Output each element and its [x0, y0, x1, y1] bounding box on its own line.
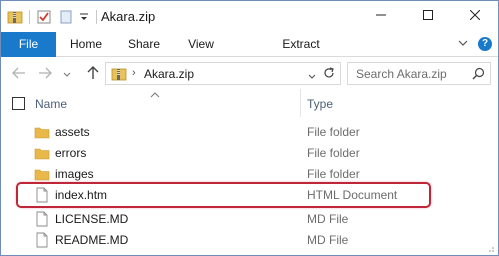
folder-icon	[34, 145, 50, 161]
list-item[interactable]: images File folder	[1, 164, 498, 184]
search-icon[interactable]	[472, 67, 485, 83]
window-title: Akara.zip	[101, 9, 156, 24]
search-box[interactable]: Search Akara.zip	[347, 62, 491, 85]
forward-button[interactable]	[37, 66, 53, 82]
help-icon[interactable]: ?	[478, 37, 492, 51]
search-input[interactable]: Search Akara.zip	[356, 67, 447, 81]
file-type: MD File	[307, 212, 349, 226]
chevron-down-icon	[63, 67, 71, 81]
minimize-button[interactable]	[358, 1, 404, 31]
folder-icon	[34, 166, 50, 182]
address-dropdown-icon[interactable]	[308, 69, 316, 83]
tab-extract[interactable]: Extract	[273, 32, 329, 57]
close-button[interactable]	[452, 1, 498, 31]
title-bar: Akara.zip	[1, 1, 498, 32]
file-name: errors	[55, 146, 87, 160]
back-arrow-icon	[12, 67, 26, 82]
expand-ribbon-chevron-icon[interactable]	[458, 37, 468, 51]
list-item[interactable]: README.MD MD File	[1, 230, 498, 250]
address-bar[interactable]: › Akara.zip	[105, 62, 341, 85]
document-icon	[34, 211, 50, 227]
file-type: File folder	[307, 167, 360, 181]
tab-share[interactable]: Share	[121, 32, 167, 57]
highlight-box	[16, 182, 431, 208]
file-type: File folder	[307, 146, 360, 160]
list-item[interactable]: errors File folder	[1, 143, 498, 163]
file-type: MD File	[307, 233, 349, 247]
up-button[interactable]	[85, 65, 101, 83]
file-name: assets	[55, 125, 90, 139]
properties-icon[interactable]	[36, 9, 52, 25]
maximize-icon	[423, 9, 433, 23]
file-name: README.MD	[55, 233, 129, 247]
forward-arrow-icon	[38, 67, 52, 82]
sort-ascending-icon	[150, 87, 160, 101]
new-folder-icon[interactable]	[58, 9, 74, 25]
document-icon	[34, 232, 50, 248]
qat-separator	[96, 10, 97, 24]
list-item[interactable]: LICENSE.MD MD File	[1, 209, 498, 229]
select-all-checkbox[interactable]	[12, 97, 25, 110]
tab-view[interactable]: View	[178, 32, 224, 57]
refresh-icon[interactable]	[322, 66, 336, 83]
recent-locations-button[interactable]	[61, 66, 73, 82]
explorer-window: Akara.zip File Home Share View Extract ?	[0, 0, 499, 256]
breadcrumb-separator-icon[interactable]: ›	[132, 67, 136, 79]
column-header-name[interactable]: Name	[35, 97, 67, 111]
qat-separator	[29, 10, 30, 24]
zip-folder-icon[interactable]	[7, 9, 23, 25]
tab-file[interactable]: File	[1, 32, 56, 57]
tab-home[interactable]: Home	[63, 32, 109, 57]
maximize-button[interactable]	[405, 1, 451, 31]
resize-grip-icon[interactable]	[485, 242, 495, 252]
back-button[interactable]	[11, 66, 27, 82]
minimize-icon	[376, 9, 386, 23]
folder-icon	[34, 124, 50, 140]
customize-qat-chevron-icon[interactable]	[78, 9, 90, 25]
ribbon-controls: ?	[458, 37, 492, 51]
zip-folder-icon	[111, 66, 127, 82]
list-item[interactable]: assets File folder	[1, 122, 498, 142]
up-arrow-icon	[87, 65, 99, 83]
column-header-type[interactable]: Type	[307, 97, 333, 111]
quick-access-toolbar	[7, 8, 103, 26]
navigation-row: › Akara.zip Search Akara.zip	[1, 59, 498, 89]
breadcrumb-item[interactable]: Akara.zip	[144, 67, 194, 81]
file-name: images	[55, 167, 94, 181]
file-name: LICENSE.MD	[55, 212, 129, 226]
close-icon	[469, 9, 481, 23]
ribbon-tabs: File Home Share View Extract ?	[1, 32, 498, 57]
column-header-row: Name Type	[1, 89, 498, 119]
file-type: File folder	[307, 125, 360, 139]
column-divider[interactable]	[300, 89, 301, 117]
